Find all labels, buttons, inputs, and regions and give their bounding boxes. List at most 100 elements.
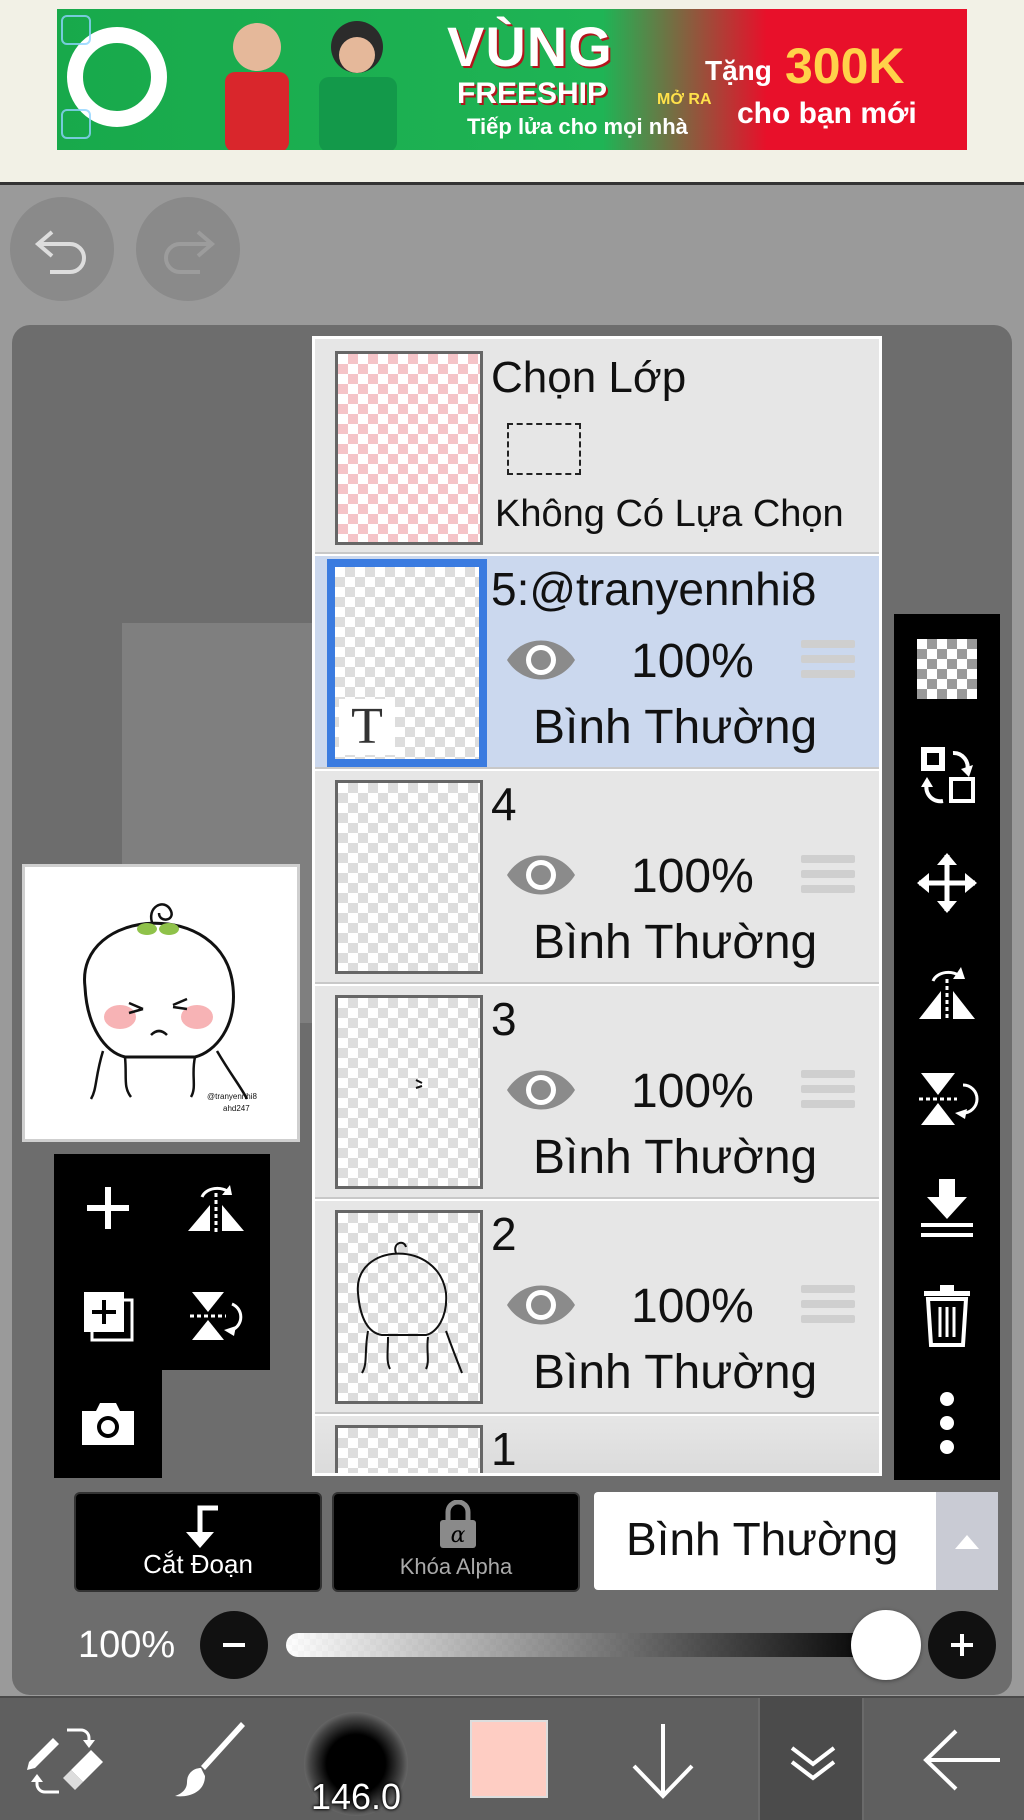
visibility-eye-icon[interactable]	[503, 634, 579, 686]
flip-horizontal-button[interactable]	[162, 1154, 270, 1262]
visibility-eye-icon[interactable]	[503, 849, 579, 901]
layer-opacity: 100%	[631, 850, 754, 903]
blend-mode-dropdown-arrow[interactable]	[936, 1492, 998, 1590]
blend-mode-select[interactable]: Bình Thường	[594, 1492, 998, 1590]
layer-name: 3	[491, 993, 517, 1045]
undo-button[interactable]	[10, 197, 114, 301]
delete-layer-button[interactable]	[894, 1262, 1000, 1368]
redo-icon	[164, 230, 216, 274]
camera-icon	[82, 1403, 134, 1445]
layer-row-3[interactable]: 3 100% Bình Thường	[315, 986, 879, 1199]
layer-opacity: 100%	[631, 1065, 754, 1118]
layer-row-1[interactable]: 1	[315, 1416, 879, 1475]
move-icon	[917, 853, 977, 913]
flip-vertical-icon	[190, 1292, 243, 1340]
clip-label: Cắt Đoạn	[143, 1549, 253, 1579]
brush-size-button[interactable]: 146.0	[304, 1712, 408, 1817]
swap-layer-button[interactable]	[894, 722, 1000, 828]
ad-cho-ban-moi: cho bạn mới	[737, 97, 917, 130]
layer-opacity: 100%	[631, 635, 754, 688]
back-button[interactable]	[912, 1698, 1012, 1820]
layer-thumbnail-1	[335, 1425, 483, 1473]
ad-mo-ra: MỞ RA	[657, 91, 712, 108]
plus-icon	[87, 1187, 129, 1229]
layer-tool-pad	[54, 1154, 270, 1370]
brush-icon	[175, 1722, 245, 1797]
lock-icon: α	[440, 1500, 476, 1548]
opacity-slider-thumb[interactable]	[851, 1610, 921, 1680]
opacity-row: 100%	[0, 1600, 1024, 1690]
drag-handle-icon[interactable]	[801, 640, 855, 684]
opacity-value: 100%	[78, 1624, 176, 1666]
flip-vertical-layer-button[interactable]	[894, 1046, 1000, 1152]
drag-handle-icon[interactable]	[801, 1285, 855, 1329]
clip-button[interactable]: Cắt Đoạn	[74, 1492, 322, 1592]
selection-title: Chọn Lớp	[491, 353, 687, 402]
preview-drawing: @tranyennhi8 ahd247	[83, 903, 257, 1113]
merge-down-icon	[921, 1179, 973, 1237]
ad-people-image	[225, 21, 397, 150]
pen-eraser-switch-icon	[27, 1728, 103, 1794]
layer-row-2[interactable]: 2 100% Bình Thường	[315, 1201, 879, 1414]
ad-info-icon[interactable]	[61, 15, 91, 45]
double-chevron-down-icon	[790, 1746, 836, 1781]
preview-watermark-2: ahd247	[223, 1104, 250, 1113]
tool-switch-button[interactable]	[20, 1698, 110, 1820]
layers-toggle-button[interactable]	[758, 1698, 864, 1820]
ad-play-icon[interactable]	[61, 109, 91, 139]
opacity-slider[interactable]	[286, 1633, 886, 1657]
flip-horizontal-icon	[188, 1185, 244, 1233]
layer-2-sketch	[356, 1241, 463, 1374]
layer-thumbnail-4	[335, 780, 483, 974]
layer-name: 1	[491, 1423, 517, 1475]
camera-button[interactable]	[54, 1370, 162, 1478]
ad-title: VÙNG	[447, 15, 613, 78]
drag-handle-icon[interactable]	[801, 1070, 855, 1114]
visibility-eye-icon[interactable]	[503, 1064, 579, 1116]
minus-icon	[223, 1643, 245, 1647]
flip-horizontal-layer-button[interactable]	[894, 938, 1000, 1044]
layer-blend-mode: Bình Thường	[533, 916, 818, 969]
svg-text:α: α	[451, 1523, 466, 1548]
merge-down-button[interactable]	[894, 1154, 1000, 1260]
ad-banner[interactable]: VÙNG FREESHIP MỞ RA Tiếp lửa cho mọi nhà…	[57, 9, 967, 150]
flip-horizontal-icon	[919, 967, 975, 1021]
ad-tang: Tặng	[705, 55, 772, 86]
selection-layer-row[interactable]: Chọn Lớp Không Có Lựa Chọn	[315, 339, 879, 554]
visibility-eye-icon[interactable]	[503, 1279, 579, 1331]
layer-thumbnail-2	[335, 1210, 483, 1404]
flip-vertical-button[interactable]	[162, 1262, 270, 1370]
layer-down-button[interactable]	[618, 1698, 708, 1820]
more-vertical-icon	[940, 1392, 954, 1454]
opacity-increase-button[interactable]	[928, 1611, 996, 1679]
transparency-button[interactable]	[894, 616, 1000, 722]
redo-button[interactable]	[136, 197, 240, 301]
drag-handle-icon[interactable]	[801, 855, 855, 899]
layer-thumbnail-5: T	[327, 559, 487, 767]
brush-button[interactable]	[166, 1698, 256, 1820]
layer-row-5[interactable]: T 5:@tranyennhi8 100% Bình Thường	[315, 556, 879, 769]
alpha-lock-label: Khóa Alpha	[399, 1554, 513, 1579]
layer-name: 5:@tranyennhi8	[491, 563, 817, 615]
layer-name: 2	[491, 1208, 517, 1260]
move-button[interactable]	[894, 830, 1000, 936]
layer-thumbnail-3	[335, 995, 483, 1189]
selection-status: Không Có Lựa Chọn	[495, 493, 844, 535]
layer-row-4[interactable]: 4 100% Bình Thường	[315, 771, 879, 984]
selection-thumbnail	[335, 351, 483, 545]
add-copy-layer-button[interactable]	[54, 1262, 162, 1370]
flip-vertical-icon	[919, 1073, 979, 1125]
alpha-lock-button[interactable]: α Khóa Alpha	[332, 1492, 580, 1592]
more-options-button[interactable]	[894, 1370, 1000, 1476]
add-layer-button[interactable]	[54, 1154, 162, 1262]
arrow-left-icon	[923, 1729, 1000, 1791]
camera-pad	[54, 1370, 162, 1478]
opacity-decrease-button[interactable]	[200, 1611, 268, 1679]
layer-blend-mode: Bình Thường	[533, 1346, 818, 1399]
text-layer-icon: T	[339, 699, 395, 755]
transparency-icon	[917, 639, 977, 699]
layer-name: 4	[491, 778, 517, 830]
color-swatch-button[interactable]	[470, 1720, 548, 1798]
canvas-preview[interactable]: @tranyennhi8 ahd247	[22, 864, 300, 1142]
arrow-down-icon	[632, 1724, 694, 1799]
